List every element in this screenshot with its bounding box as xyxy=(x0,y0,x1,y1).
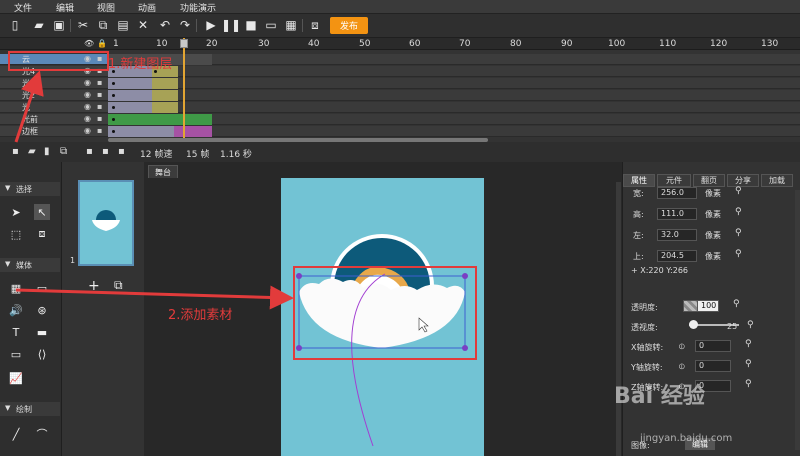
watermark-url: jingyan.baidu.com xyxy=(640,433,733,444)
arrow-to-stage xyxy=(15,285,294,310)
arrow-to-layer xyxy=(14,70,44,143)
watermark-logo: Bai 经验 xyxy=(614,384,705,409)
